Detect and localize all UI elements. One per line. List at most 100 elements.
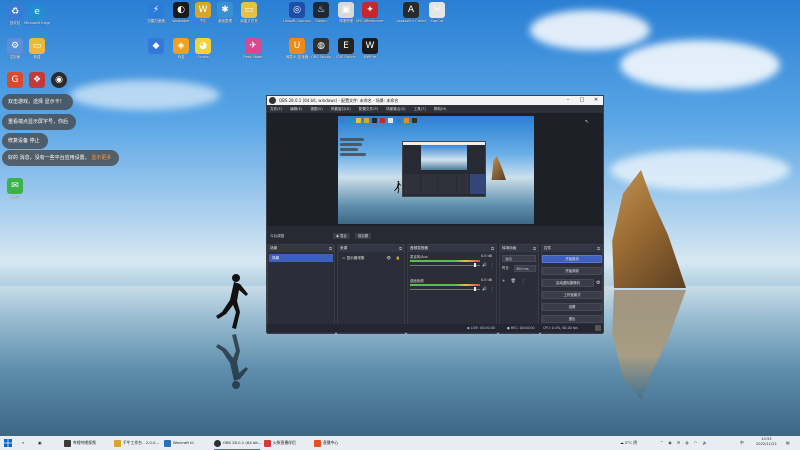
- kebab-menu-icon[interactable]: ⋮: [490, 262, 494, 267]
- chat-bubble[interactable]: 重看端点显示屏字号，你后: [2, 114, 77, 130]
- menu-item[interactable]: 工具(T): [414, 107, 426, 111]
- start-streaming-button[interactable]: 开始推流: [542, 255, 602, 263]
- menu-item[interactable]: 文件(F): [270, 107, 282, 111]
- obs-titlebar[interactable]: OBS 28.0.1 (64 bit, windows) - 配置文件: 未命名…: [267, 96, 603, 105]
- clock[interactable]: 10:53 2022/11/22: [756, 437, 777, 447]
- live-icon: ◼: [467, 326, 470, 330]
- taskbar-item-obs[interactable]: OBS 28.0.1 (64 bit...: [214, 438, 262, 448]
- app-icon: ◎: [289, 2, 305, 18]
- taskbar-item-center[interactable]: 直播中心: [314, 438, 338, 448]
- chat-bubble[interactable]: 好的 消息，没有一些平台应用设置， 显示更多: [2, 150, 120, 166]
- dock-float-icon[interactable]: ⧉: [399, 245, 402, 252]
- taskbar-item-video[interactable]: 哔哩哔哩视频: [64, 438, 96, 448]
- desktop-icon[interactable]: ◕ Oracle: [188, 38, 218, 59]
- add-transition-button[interactable]: +: [502, 278, 505, 283]
- volume-slider[interactable]: [410, 289, 480, 290]
- source-item[interactable]: ▭ 显示器采集 👁 🔒: [339, 254, 403, 262]
- chat-bubble[interactable]: 双击游戏，选择 显示卡！: [2, 94, 73, 110]
- eye-icon[interactable]: 👁: [386, 254, 391, 262]
- minimize-button[interactable]: –: [561, 96, 575, 105]
- rec-status: ● REC: 00:00:00: [507, 324, 535, 332]
- exit-button[interactable]: 退出: [542, 315, 602, 323]
- mixer-title: 音频混音器: [410, 246, 428, 250]
- menu-item[interactable]: 停靠窗口(D): [331, 107, 351, 111]
- tray-icon[interactable]: ⌃: [660, 440, 663, 445]
- speaker-icon[interactable]: 🔊: [482, 286, 487, 291]
- volume-slider-thumb[interactable]: [474, 263, 476, 267]
- taskbar: ⌕ ▣ 哔哩哔哩视频 千牛工作台 - 2.0.0... Warcraft III…: [0, 436, 800, 450]
- desktop-icon[interactable]: ✂ CapCut: [422, 2, 452, 23]
- speaker-icon[interactable]: 🔊: [482, 262, 487, 267]
- channel-name: 麦克风/Aux: [410, 255, 428, 259]
- transitions-title: 转场动画: [502, 246, 517, 250]
- dock-float-icon[interactable]: ⧉: [597, 245, 600, 252]
- desktop-icon[interactable]: W MWFire: [355, 38, 385, 59]
- taskbar-label: 千牛工作台 - 2.0.0...: [123, 440, 160, 445]
- desktop-icon-edge[interactable]: e Microsoft Edge: [22, 4, 52, 25]
- desktop-icon[interactable]: ▭ 新建文件夹: [234, 2, 264, 23]
- preview-canvas[interactable]: [338, 116, 534, 224]
- rec-icon: ●: [507, 326, 510, 330]
- recycle-bin-icon: ♻: [7, 4, 23, 20]
- controls-title: 控件: [544, 246, 552, 250]
- lock-icon[interactable]: 🔒: [396, 254, 400, 262]
- menu-item[interactable]: 配置文件(P): [359, 107, 378, 111]
- start-recording-button[interactable]: 开始录制: [542, 267, 602, 275]
- volume-slider-thumb[interactable]: [474, 287, 476, 291]
- tray-icon[interactable]: ◉: [668, 440, 671, 445]
- kebab-menu-icon[interactable]: ⋮: [521, 278, 525, 283]
- desktop-icon-wechat[interactable]: ✉ 微信: [0, 178, 30, 199]
- tray-icon[interactable]: ◍: [685, 440, 688, 445]
- chat-bubble[interactable]: 修复设备 停止: [2, 133, 48, 149]
- gear-icon[interactable]: ⚙: [596, 280, 600, 286]
- search-button[interactable]: ⌕: [22, 438, 24, 448]
- input-language[interactable]: 中: [740, 438, 744, 448]
- chat-highlight-link[interactable]: 显示更多: [91, 155, 111, 161]
- app-icon: [314, 439, 321, 447]
- chat-text: 重看端点显示屏字号，你后: [8, 119, 69, 125]
- desktop-icon[interactable]: ✈ Beat Saber: [238, 38, 268, 59]
- menu-bar: 文件(F) 编辑(E) 视图(V) 停靠窗口(D) 配置文件(P) 场景集合(S) 工具(T…: [267, 105, 603, 113]
- studio-mode-button[interactable]: 工作室模式: [542, 291, 602, 299]
- clock-date: 2022/11/22: [756, 442, 777, 446]
- menu-item[interactable]: 帮助(H): [434, 107, 447, 111]
- channel-db: 0.0 dB: [481, 254, 492, 258]
- menu-item[interactable]: 编辑(E): [290, 107, 302, 111]
- scene-item[interactable]: 场景: [269, 254, 333, 262]
- preview-cliff: [491, 156, 506, 180]
- dock-float-icon[interactable]: ⧉: [533, 245, 536, 252]
- icon-label: MWFire: [363, 55, 377, 59]
- app-icon: ▭: [241, 2, 257, 18]
- close-button[interactable]: ✕: [589, 96, 603, 105]
- wifi-icon[interactable]: ◠: [694, 440, 697, 445]
- kebab-menu-icon[interactable]: ⋮: [490, 286, 494, 291]
- resize-grip-icon[interactable]: [595, 325, 601, 331]
- maximize-button[interactable]: □: [575, 96, 589, 105]
- trash-icon[interactable]: 🗑: [511, 278, 516, 283]
- taskbar-label: 火柴直播伴侣: [273, 440, 296, 445]
- settings-button[interactable]: 设置: [542, 303, 602, 311]
- task-view-button[interactable]: ▣: [38, 438, 42, 448]
- volume-slider[interactable]: [410, 265, 480, 266]
- preview-runner: [393, 180, 402, 194]
- weather-widget[interactable]: ☁ 0°C 阴: [620, 438, 637, 448]
- taskbar-item-warcraft[interactable]: Warcraft III: [164, 438, 194, 448]
- tray-icon[interactable]: ✉: [677, 440, 680, 445]
- dock-float-icon[interactable]: ⧉: [329, 245, 332, 252]
- menu-item[interactable]: 视图(V): [310, 107, 322, 111]
- taskbar-item-qianniu[interactable]: 千牛工作台 - 2.0.0...: [114, 438, 159, 448]
- duration-input[interactable]: 300 ms: [514, 265, 536, 272]
- desktop-icon[interactable]: ✦ MSI Afterburner: [355, 2, 385, 23]
- start-button[interactable]: [4, 438, 12, 448]
- transition-select[interactable]: 淡出: [502, 255, 536, 262]
- start-virtual-camera-button[interactable]: 启动虚拟摄像机: [542, 279, 594, 287]
- live-status: ◼ LIVE: 00:00:00: [467, 324, 495, 332]
- desktop-icon-qq[interactable]: ◉: [44, 72, 74, 88]
- dock-float-icon[interactable]: ⧉: [491, 245, 494, 252]
- menu-item[interactable]: 场景集合(S): [386, 107, 405, 111]
- speaker-icon[interactable]: 🔈: [702, 440, 707, 445]
- notification-icon[interactable]: ▤: [786, 438, 790, 448]
- taskbar-item-live[interactable]: 火柴直播伴侣: [264, 438, 296, 448]
- desktop-icon-folder[interactable]: ▭ 新建: [22, 38, 52, 59]
- mixer-channel-desktop: 桌面音频 0.0 dB 🔊 ⋮: [410, 278, 494, 300]
